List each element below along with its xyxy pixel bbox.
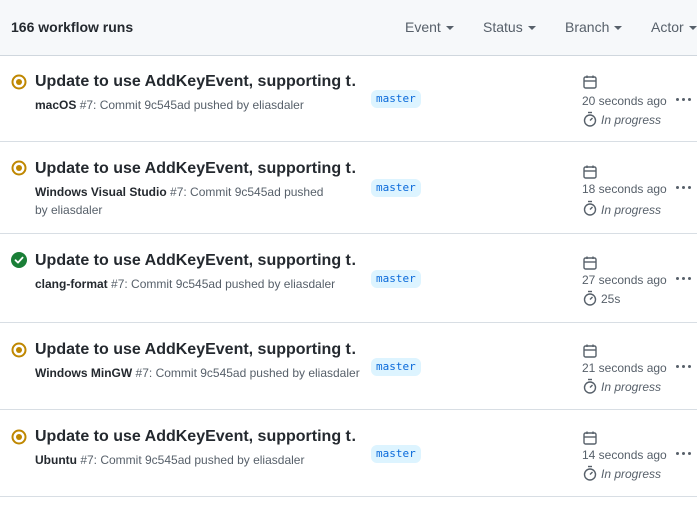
run-title-link[interactable]: Update to use AddKeyEvent, supporting t… (35, 160, 355, 178)
branch-filter-dropdown[interactable]: Branch (565, 19, 623, 35)
stopwatch-icon (583, 378, 597, 394)
calendar-icon (583, 256, 597, 270)
status-filter-dropdown[interactable]: Status (483, 19, 536, 35)
workflow-name[interactable]: Windows MinGW (35, 366, 132, 380)
run-time-ago: 14 seconds ago (582, 448, 667, 462)
run-description: Windows MinGW #7: Commit 9c545ad pushed … (35, 364, 365, 382)
stopwatch-icon (583, 465, 597, 481)
run-actions-kebab-icon[interactable] (675, 273, 693, 285)
status-filter-label: Status (483, 19, 523, 35)
branch-label[interactable]: master (371, 90, 421, 108)
workflow-run-row[interactable]: Update to use AddKeyEvent, supporting t…… (0, 410, 697, 497)
event-filter-dropdown[interactable]: Event (405, 19, 454, 35)
workflow-name[interactable]: macOS (35, 98, 76, 112)
run-duration: In progress (601, 467, 662, 481)
in-progress-status-icon (11, 429, 27, 445)
run-description: Ubuntu #7: Commit 9c545ad pushed by elia… (35, 451, 365, 469)
run-commit-info: #7: Commit 9c545ad pushed by eliasdaler (107, 277, 336, 291)
run-duration: In progress (601, 380, 662, 394)
run-commit-info: #7: Commit 9c545ad pushed by eliasdaler (132, 366, 360, 380)
calendar-icon (583, 431, 597, 445)
run-duration: In progress (601, 203, 662, 217)
actor-filter-dropdown[interactable]: Actor (651, 19, 697, 35)
run-duration: In progress (601, 113, 662, 127)
event-filter-label: Event (405, 19, 441, 35)
runs-header: 166 workflow runs Event Status Branch Ac… (0, 0, 697, 56)
in-progress-status-icon (11, 74, 27, 90)
branch-label[interactable]: master (371, 179, 421, 197)
run-time-ago: 20 seconds ago (582, 94, 667, 108)
run-title-link[interactable]: Update to use AddKeyEvent, supporting t… (35, 341, 355, 359)
stopwatch-icon (583, 200, 597, 216)
in-progress-status-icon (11, 160, 27, 176)
chevron-down-icon (527, 26, 536, 30)
calendar-icon (583, 75, 597, 89)
branch-label[interactable]: master (371, 270, 421, 288)
branch-filter-label: Branch (565, 19, 610, 35)
run-duration: 25s (601, 292, 621, 306)
run-commit-info: #7: Commit 9c545ad pushed by eliasdaler (76, 98, 304, 112)
run-commit-info: #7: Commit 9c545ad pushed by eliasdaler (76, 453, 305, 467)
in-progress-status-icon (11, 342, 27, 358)
workflow-runs-count: 166 workflow runs (11, 19, 134, 35)
chevron-down-icon (614, 26, 623, 30)
run-actions-kebab-icon[interactable] (675, 94, 693, 106)
workflow-name[interactable]: Ubuntu (35, 453, 77, 467)
chevron-down-icon (445, 26, 454, 30)
run-title-link[interactable]: Update to use AddKeyEvent, supporting t… (35, 252, 355, 270)
branch-label[interactable]: master (371, 445, 421, 463)
run-description: macOS #7: Commit 9c545ad pushed by elias… (35, 96, 365, 114)
run-actions-kebab-icon[interactable] (675, 448, 693, 460)
workflow-run-row[interactable]: Update to use AddKeyEvent, supporting t…… (0, 323, 697, 410)
calendar-icon (583, 165, 597, 179)
run-title-link[interactable]: Update to use AddKeyEvent, supporting t… (35, 428, 355, 446)
workflow-run-row[interactable]: Update to use AddKeyEvent, supporting t…… (0, 234, 697, 323)
run-time-ago: 27 seconds ago (582, 273, 667, 287)
workflow-run-row[interactable]: Update to use AddKeyEvent, supporting t…… (0, 142, 697, 234)
run-actions-kebab-icon[interactable] (675, 182, 693, 194)
chevron-down-icon (688, 26, 697, 30)
actor-filter-label: Actor (651, 19, 684, 35)
run-description: Windows Visual Studio #7: Commit 9c545ad… (35, 183, 335, 219)
run-time-ago: 21 seconds ago (582, 361, 667, 375)
run-title-link[interactable]: Update to use AddKeyEvent, supporting t… (35, 73, 355, 91)
stopwatch-icon (583, 290, 597, 306)
workflow-run-row[interactable]: Update to use AddKeyEvent, supporting t…… (0, 56, 697, 142)
workflow-name[interactable]: clang-format (35, 277, 108, 291)
run-description: clang-format #7: Commit 9c545ad pushed b… (35, 275, 365, 293)
success-check-icon (11, 252, 27, 268)
workflow-name[interactable]: Windows Visual Studio (35, 185, 167, 199)
run-actions-kebab-icon[interactable] (675, 361, 693, 373)
calendar-icon (583, 344, 597, 358)
run-time-ago: 18 seconds ago (582, 182, 667, 196)
branch-label[interactable]: master (371, 358, 421, 376)
stopwatch-icon (583, 111, 597, 127)
